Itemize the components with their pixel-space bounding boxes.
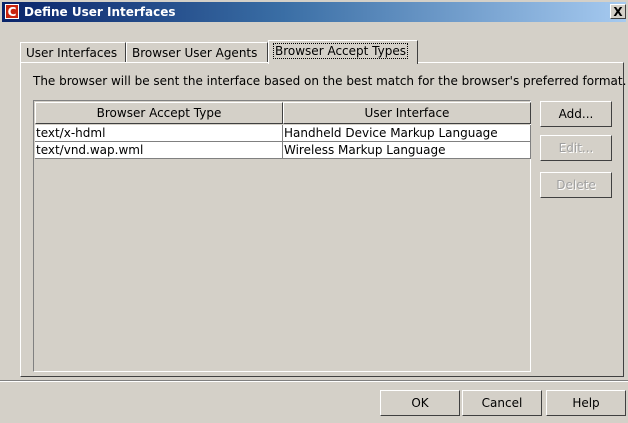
close-icon: X — [613, 5, 623, 19]
ok-button[interactable]: OK — [380, 390, 460, 416]
cancel-button[interactable]: Cancel — [462, 390, 542, 416]
tab-panel — [20, 62, 624, 377]
app-icon: C — [5, 4, 19, 19]
tab-user-interfaces[interactable]: User Interfaces — [20, 42, 126, 62]
define-user-interfaces-dialog: C Define User Interfaces X User Interfac… — [0, 0, 628, 423]
tab-browser-user-agents[interactable]: Browser User Agents — [126, 42, 268, 62]
tab-label: Browser User Agents — [132, 46, 258, 60]
window-title: Define User Interfaces — [24, 5, 176, 19]
tab-browser-accept-types[interactable]: Browser Accept Types — [268, 40, 418, 64]
tab-label: User Interfaces — [26, 46, 118, 60]
help-button[interactable]: Help — [546, 390, 626, 416]
tab-label: Browser Accept Types — [273, 43, 408, 59]
close-button[interactable]: X — [610, 4, 626, 19]
footer-separator — [0, 380, 628, 382]
title-bar[interactable]: C Define User Interfaces X — [2, 2, 626, 22]
